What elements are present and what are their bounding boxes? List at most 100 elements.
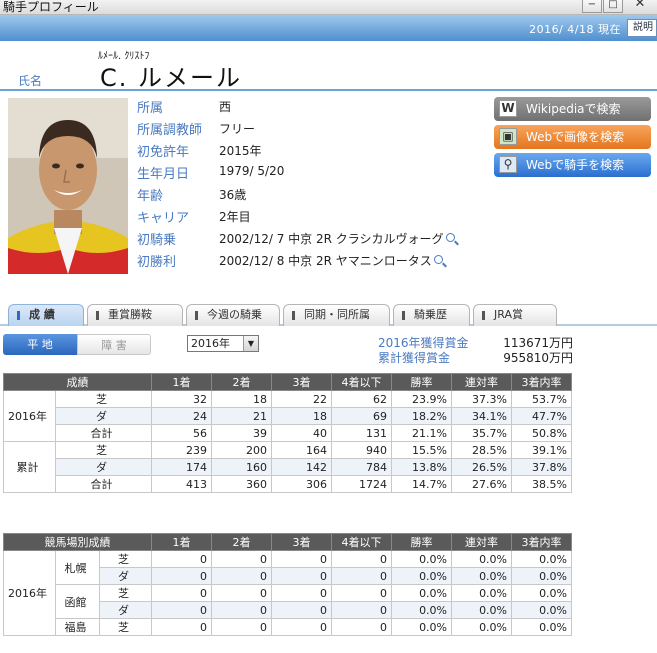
tab-ride-history[interactable]: 騎乗歴	[393, 304, 470, 326]
year-select[interactable]: 2016年 ▼	[187, 335, 259, 352]
close-button[interactable]: ✕	[630, 0, 650, 13]
year-select-value: 2016年	[191, 337, 230, 350]
table-cell: 0.0%	[511, 584, 573, 602]
profile-row-career: キャリア 2年目	[137, 207, 497, 229]
tab-same-class[interactable]: 同期・同所属	[283, 304, 390, 326]
maximize-button[interactable]: □	[603, 0, 623, 13]
table-cell: 13.8%	[391, 458, 452, 476]
tab-results[interactable]: 成 績	[8, 304, 84, 326]
table-cell: 21	[211, 407, 272, 425]
table-cell: 0	[211, 618, 273, 636]
table-row: 福島芝 0 0 0 0 0.0% 0.0% 0.0%	[4, 618, 573, 636]
tab-this-week[interactable]: 今週の騎乗	[186, 304, 280, 326]
course-name: 札幌	[55, 550, 100, 585]
column-header: 3着	[271, 533, 333, 551]
column-header: 競馬場別成績	[2, 533, 153, 551]
wikipedia-search-button[interactable]: W Wikipediaで検索	[494, 97, 651, 121]
column-header: 連対率	[451, 533, 513, 551]
period-label: 2016年	[3, 390, 56, 442]
table-cell: 18	[211, 390, 272, 408]
table-cell: 28.5%	[451, 441, 512, 459]
date-bar: 2016/ 4/18 現在 説明	[0, 15, 657, 41]
search-icon[interactable]	[433, 255, 443, 264]
search-icon[interactable]	[445, 233, 455, 242]
as-of-date: 2016/ 4/18 現在	[529, 23, 621, 36]
table-cell: 38.5%	[511, 475, 572, 493]
table-cell: 0	[151, 618, 213, 636]
column-header: 2着	[211, 533, 273, 551]
table-cell: 0	[211, 601, 273, 619]
profile-row-trainer: 所属調教師 フリー	[137, 119, 497, 141]
window-title: 騎手プロフィール	[3, 0, 99, 14]
tab-graded-wins[interactable]: 重賞勝鞍	[87, 304, 183, 326]
button-label: Webで画像を検索	[526, 130, 625, 144]
table-cell: 0.0%	[451, 601, 513, 619]
profile-label: 年齢	[137, 189, 164, 204]
table-cell: 0.0%	[511, 567, 573, 585]
table-cell: 47.7%	[511, 407, 572, 425]
button-label: Webで騎手を検索	[526, 158, 625, 172]
table-cell: 39.1%	[511, 441, 572, 459]
table-cell: 0.0%	[511, 550, 573, 568]
table-cell: 0	[151, 584, 213, 602]
table-cell: 306	[271, 475, 332, 493]
stats-table: 成績 1着 2着 3着 4着以下 勝率 連対率 3着内率 2016年芝 32 18 22 62 23.9…	[3, 373, 572, 493]
jump-toggle[interactable]: 障 害	[77, 334, 151, 355]
web-jockey-search-button[interactable]: ⚲ Webで騎手を検索	[494, 153, 651, 177]
table-cell: 0	[331, 584, 393, 602]
table-cell: 0	[331, 618, 393, 636]
table-cell: 22	[271, 390, 332, 408]
minimize-button[interactable]: −	[582, 0, 602, 13]
surface-label: ダ	[55, 407, 152, 425]
period-label: 2016年	[3, 550, 56, 636]
table-cell: 0.0%	[451, 550, 513, 568]
table-row: ダ 24 21 18 69 18.2% 34.1% 47.7%	[4, 407, 572, 425]
table-row: ダ 174 160 142 784 13.8% 26.5% 37.8%	[4, 458, 572, 476]
table-cell: 26.5%	[451, 458, 512, 476]
profile-label: 所属	[137, 101, 164, 116]
profile-value: フリー	[219, 122, 256, 136]
column-header: 3着内率	[511, 373, 572, 391]
period-label: 累計	[3, 441, 56, 493]
chevron-down-icon[interactable]: ▼	[243, 336, 258, 351]
help-button[interactable]: 説明	[627, 19, 657, 37]
profile-value: 西	[219, 100, 232, 114]
table-cell: 37.3%	[451, 390, 512, 408]
table-cell: 24	[151, 407, 212, 425]
table-cell: 784	[331, 458, 392, 476]
flat-toggle[interactable]: 平 地	[3, 334, 77, 355]
table-cell: 0	[331, 601, 393, 619]
column-header: 3着内率	[511, 533, 573, 551]
column-header: 勝率	[391, 533, 453, 551]
column-header: 成績	[3, 373, 152, 391]
profile-label: 生年月日	[137, 167, 190, 182]
table-cell: 0	[331, 567, 393, 585]
table-cell: 15.5%	[391, 441, 452, 459]
tab-jra-award[interactable]: JRA賞	[473, 304, 557, 326]
web-image-search-button[interactable]: ▣ Webで画像を検索	[494, 125, 651, 149]
table-cell: 35.7%	[451, 424, 512, 442]
table-cell: 0.0%	[391, 618, 453, 636]
table-row: 2016年 札幌芝 0 0 0 0 0.0% 0.0% 0.0%	[3, 550, 573, 636]
table-cell: 1724	[331, 475, 392, 493]
table-row: 函館芝 0 0 0 0 0.0% 0.0% 0.0%	[4, 584, 573, 619]
surface-label: 芝	[55, 441, 152, 459]
table-header-row: 競馬場別成績 1着 2着 3着 4着以下 勝率 連対率 3着内率	[2, 533, 573, 551]
profile-value: 1979/ 5/20	[219, 164, 285, 178]
table-cell: 21.1%	[391, 424, 452, 442]
profile-label: 初免許年	[137, 145, 190, 160]
table-cell: 40	[271, 424, 332, 442]
profile-row-age: 年齢 36歳	[137, 185, 497, 207]
table-cell: 0	[331, 550, 393, 568]
table-cell: 0	[271, 550, 333, 568]
first-win-text: 2002/12/ 8 中京 2R ヤマニンロータス	[219, 254, 432, 268]
surface-label: ダ	[98, 601, 153, 619]
surface-label: 芝	[98, 550, 153, 568]
surface-label: 芝	[55, 390, 152, 408]
profile-label: 所属調教師	[137, 123, 203, 138]
table-cell: 0.0%	[391, 584, 453, 602]
surface-label: 芝	[98, 618, 153, 636]
table-cell: 62	[331, 390, 392, 408]
profile-label: キャリア	[137, 211, 190, 226]
table-cell: 27.6%	[451, 475, 512, 493]
